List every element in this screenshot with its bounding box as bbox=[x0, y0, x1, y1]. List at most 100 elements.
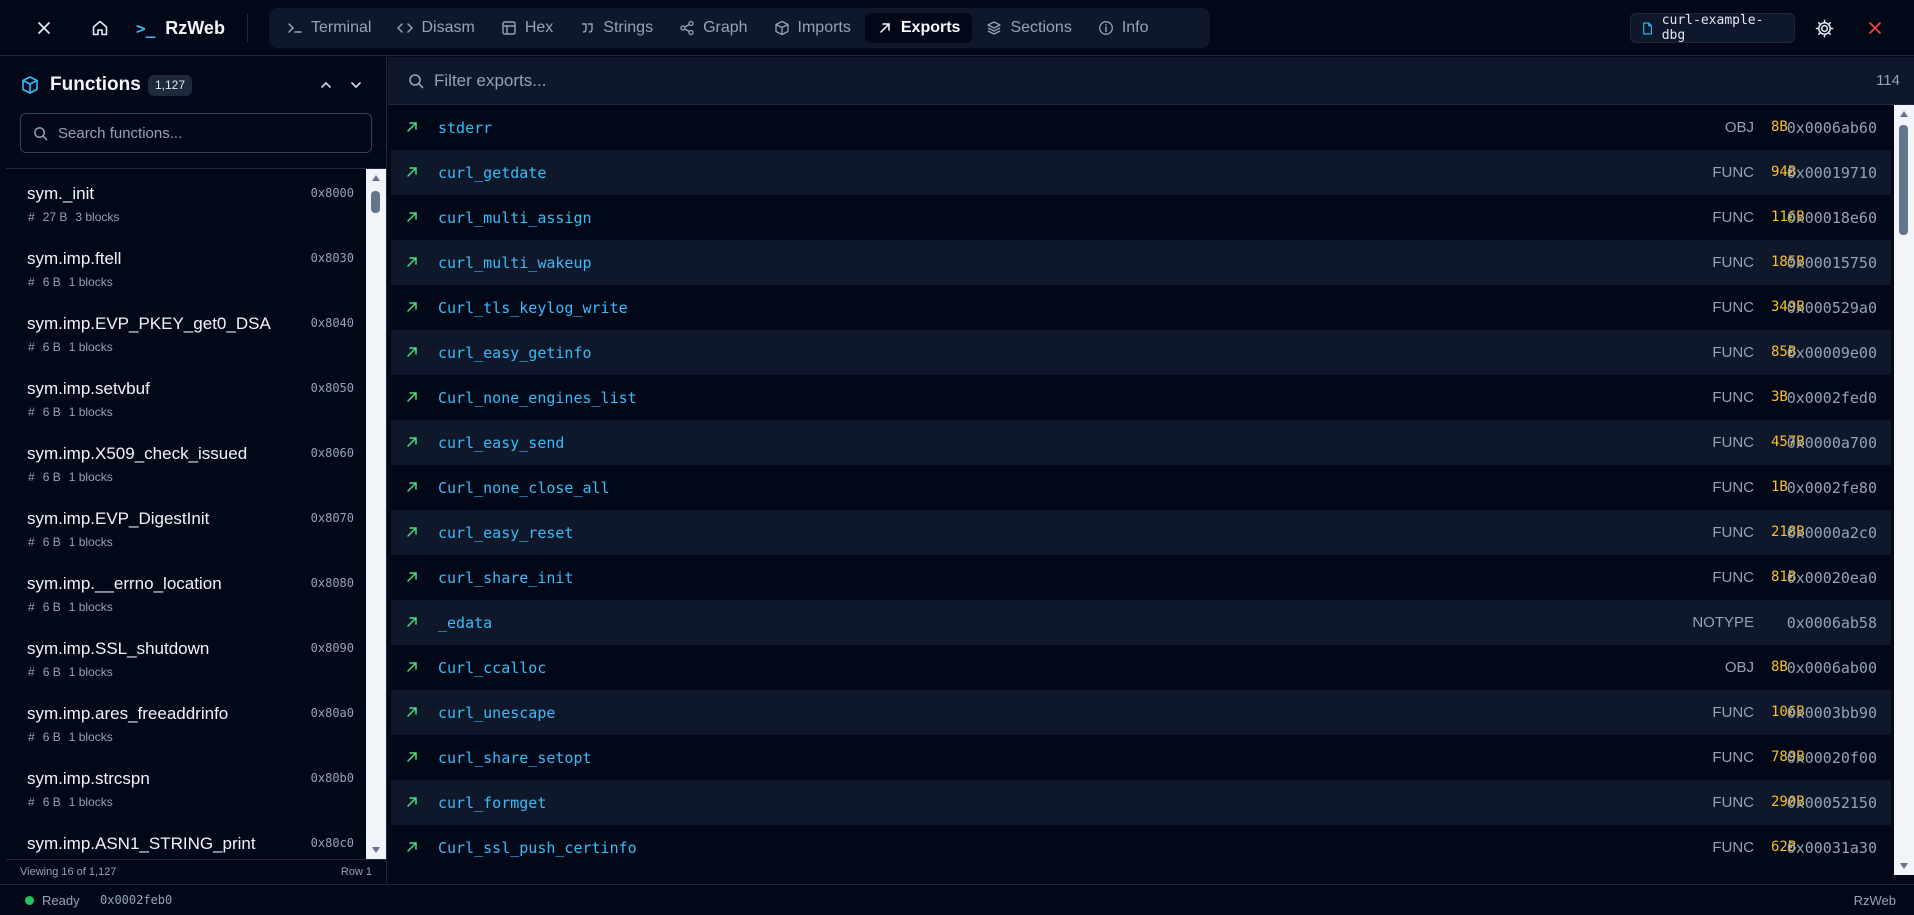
function-list-item[interactable]: sym.imp.__errno_location 0x8080 #6 B 1 bl… bbox=[6, 559, 366, 624]
tab-sections[interactable]: Sections bbox=[974, 13, 1083, 43]
function-list-item[interactable]: sym.imp.ftell 0x8030 #6 B 1 blocks bbox=[6, 234, 366, 299]
arrow-up-right-icon bbox=[407, 617, 417, 627]
export-row[interactable]: Curl_none_engines_list FUNC 3B 0x0002fed… bbox=[391, 375, 1891, 420]
export-address: 0x00020f00 bbox=[1786, 749, 1877, 767]
export-row[interactable]: curl_share_init FUNC 81B 0x00020ea0 bbox=[391, 555, 1891, 600]
tab-exports[interactable]: Exports bbox=[864, 13, 973, 43]
function-blocks: 1 blocks bbox=[68, 665, 113, 679]
chevron-up-icon[interactable] bbox=[317, 76, 335, 94]
scroll-down-icon[interactable] bbox=[372, 847, 380, 853]
arrow-up-right-icon bbox=[407, 257, 417, 267]
export-size: 3B bbox=[1771, 389, 1788, 405]
function-list-scrollbar[interactable] bbox=[366, 169, 386, 859]
hash-icon: # bbox=[28, 795, 35, 809]
export-row[interactable]: _edata NOTYPE 0x0006ab58 bbox=[391, 600, 1891, 645]
export-row[interactable]: curl_unescape FUNC 106B 0x0003bb90 bbox=[391, 690, 1891, 735]
share-icon bbox=[680, 20, 694, 36]
tab-label: Graph bbox=[703, 19, 748, 36]
tab-disasm[interactable]: Disasm bbox=[385, 13, 486, 43]
scroll-up-icon[interactable] bbox=[1900, 111, 1908, 117]
export-address: 0x0006ab00 bbox=[1786, 659, 1877, 677]
export-row[interactable]: Curl_ccalloc OBJ 8B 0x0006ab00 bbox=[391, 645, 1891, 690]
scroll-up-icon[interactable] bbox=[372, 175, 380, 181]
tab-label: Hex bbox=[524, 19, 554, 36]
export-row[interactable]: curl_easy_send FUNC 457B 0x0000a700 bbox=[391, 420, 1891, 465]
status-indicator-icon bbox=[25, 896, 34, 905]
function-name: sym.imp.setvbuf bbox=[27, 379, 150, 398]
function-list-item[interactable]: sym.imp.setvbuf 0x8050 #6 B 1 blocks bbox=[6, 364, 366, 429]
arrow-up-right-icon bbox=[407, 482, 417, 492]
function-list-item[interactable]: sym.imp.strcspn 0x80b0 #6 B 1 blocks bbox=[6, 754, 366, 819]
scrollbar-thumb[interactable] bbox=[371, 191, 380, 213]
function-search-input[interactable] bbox=[58, 124, 358, 142]
close-window-icon[interactable] bbox=[1859, 12, 1891, 44]
export-row[interactable]: curl_multi_wakeup FUNC 185B 0x00015750 bbox=[391, 240, 1891, 285]
export-name: curl_easy_reset bbox=[438, 524, 574, 542]
hash-icon: # bbox=[28, 405, 35, 419]
gear-icon[interactable] bbox=[1808, 12, 1840, 44]
export-row[interactable]: Curl_none_close_all FUNC 1B 0x0002fe80 bbox=[391, 465, 1891, 510]
function-address: 0x80c0 bbox=[310, 836, 354, 850]
export-name: curl_easy_getinfo bbox=[438, 344, 592, 362]
exports-list-scrollbar[interactable] bbox=[1894, 105, 1914, 875]
terminal-prompt-icon: >_ bbox=[136, 18, 156, 38]
export-row[interactable]: curl_easy_getinfo FUNC 85B 0x00009e00 bbox=[391, 330, 1891, 375]
export-name: Curl_tls_keylog_write bbox=[438, 299, 628, 317]
export-row[interactable]: curl_formget FUNC 290B 0x00052150 bbox=[391, 780, 1891, 825]
export-row[interactable]: curl_getdate FUNC 94B 0x00019710 bbox=[391, 150, 1891, 195]
function-size: 27 B bbox=[42, 210, 68, 224]
function-blocks: 1 blocks bbox=[68, 730, 113, 744]
code-icon bbox=[397, 23, 414, 33]
export-address: 0x0002fed0 bbox=[1786, 389, 1877, 407]
arrow-up-right-icon bbox=[407, 302, 417, 312]
tab-label: Exports bbox=[900, 19, 961, 36]
hash-icon: # bbox=[28, 470, 35, 484]
export-row[interactable]: Curl_tls_keylog_write FUNC 349B 0x000529… bbox=[391, 285, 1891, 330]
tab-label: Disasm bbox=[421, 19, 475, 36]
function-list-item[interactable]: sym.imp.SSL_shutdown 0x8090 #6 B 1 blocks bbox=[6, 624, 366, 689]
scrollbar-thumb[interactable] bbox=[1899, 125, 1908, 235]
package-icon bbox=[774, 20, 789, 36]
tab-terminal[interactable]: Terminal bbox=[275, 13, 383, 43]
tab-imports[interactable]: Imports bbox=[762, 13, 863, 43]
function-list-item[interactable]: sym.imp.X509_check_issued 0x8060 #6 B 1 b… bbox=[6, 429, 366, 494]
export-size: 8B bbox=[1771, 659, 1788, 675]
close-icon[interactable] bbox=[28, 12, 60, 44]
function-blocks: 1 blocks bbox=[68, 535, 113, 549]
file-icon bbox=[1643, 22, 1652, 34]
file-badge[interactable]: curl-example-dbg bbox=[1630, 13, 1795, 43]
function-list-item[interactable]: sym.imp.ASN1_STRING_print 0x80c0 bbox=[6, 819, 366, 859]
tab-strings[interactable]: Strings bbox=[567, 13, 665, 43]
exports-filter-bar: 114 bbox=[388, 57, 1914, 105]
arrow-up-right-icon bbox=[407, 662, 417, 672]
function-list-item[interactable]: sym._init 0x8000 #27 B 3 blocks bbox=[6, 169, 366, 234]
function-list-item[interactable]: sym.imp.EVP_DigestInit 0x8070 #6 B 1 bloc… bbox=[6, 494, 366, 559]
chevron-down-icon[interactable] bbox=[347, 76, 365, 94]
layers-icon bbox=[987, 21, 1002, 35]
function-blocks: 1 blocks bbox=[68, 275, 113, 289]
function-list-item[interactable]: sym.imp.ares_freeaddrinfo 0x80a0 #6 B 1 b… bbox=[6, 689, 366, 754]
export-address: 0x00052150 bbox=[1786, 794, 1877, 812]
functions-count-badge: 1,127 bbox=[148, 75, 193, 96]
home-icon[interactable] bbox=[84, 12, 116, 44]
export-row[interactable]: Curl_ssl_push_certinfo FUNC 62B 0x00031a… bbox=[391, 825, 1891, 870]
export-row[interactable]: curl_share_setopt FUNC 789B 0x00020f00 bbox=[391, 735, 1891, 780]
scroll-down-icon[interactable] bbox=[1900, 863, 1908, 869]
function-list-item[interactable]: sym.imp.EVP_PKEY_get0_DSA 0x8040 #6 B 1 b… bbox=[6, 299, 366, 364]
arrow-up-right-icon bbox=[407, 167, 417, 177]
function-blocks: 1 blocks bbox=[68, 600, 113, 614]
function-name: sym._init bbox=[27, 184, 95, 203]
function-size: 6 B bbox=[42, 600, 61, 614]
export-type: FUNC bbox=[1712, 749, 1754, 766]
exports-filter-input[interactable] bbox=[434, 69, 1734, 93]
export-row[interactable]: stderr OBJ 8B 0x0006ab60 bbox=[391, 105, 1891, 150]
tab-graph[interactable]: Graph bbox=[667, 13, 759, 43]
tab-hex[interactable]: Hex bbox=[489, 13, 565, 43]
function-search-field[interactable] bbox=[20, 113, 372, 153]
export-row[interactable]: curl_easy_reset FUNC 218B 0x0000a2c0 bbox=[391, 510, 1891, 555]
functions-header: Functions 1,127 bbox=[6, 57, 387, 113]
tab-info[interactable]: Info bbox=[1086, 13, 1161, 43]
export-row[interactable]: curl_multi_assign FUNC 116B 0x00018e60 bbox=[391, 195, 1891, 240]
arrow-up-right-icon bbox=[407, 752, 417, 762]
hash-icon: # bbox=[28, 730, 35, 744]
